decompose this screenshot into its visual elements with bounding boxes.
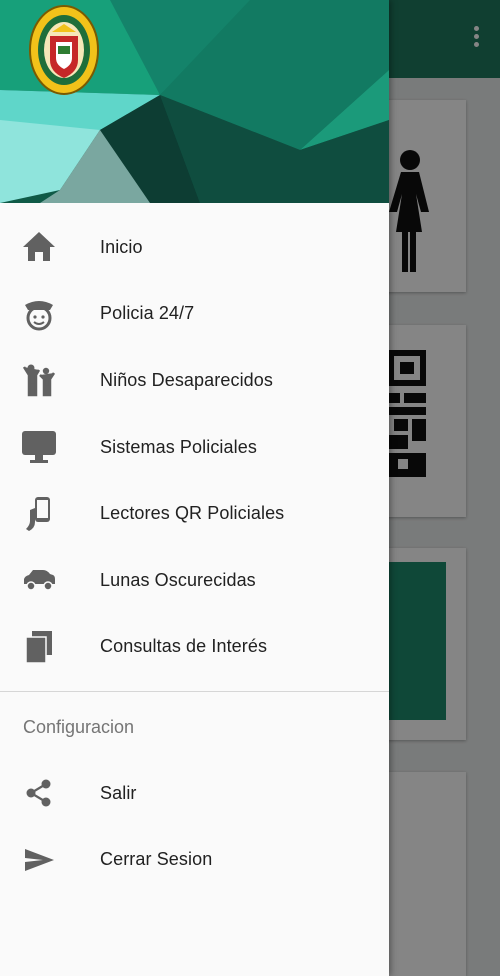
menu-item-lunas-oscurecidas[interactable]: Lunas Oscurecidas	[0, 547, 389, 614]
car-icon	[20, 561, 58, 599]
menu-item-policia-24-7[interactable]: Policia 24/7	[0, 281, 389, 348]
settings-menu: Salir Cerrar Sesion	[0, 760, 389, 893]
navigation-drawer: Inicio Policia 24/7 Niños Desaparecidos …	[0, 0, 389, 976]
menu-item-label: Consultas de Interés	[100, 636, 268, 657]
menu-item-label: Inicio	[100, 236, 143, 257]
menu-item-label: Niños Desaparecidos	[100, 369, 273, 390]
copy-pages-icon	[20, 628, 58, 666]
children-icon	[20, 361, 58, 399]
menu-item-label: Salir	[100, 782, 137, 803]
menu-divider	[0, 691, 389, 692]
main-menu: Inicio Policia 24/7 Niños Desaparecidos …	[0, 214, 389, 680]
drawer-header	[0, 0, 389, 203]
menu-item-consultas-de-interes[interactable]: Consultas de Interés	[0, 614, 389, 681]
menu-item-lectores-qr[interactable]: Lectores QR Policiales	[0, 480, 389, 547]
menu-item-label: Cerrar Sesion	[100, 849, 213, 870]
menu-item-label: Policia 24/7	[100, 303, 195, 324]
phone-in-hand-icon	[20, 495, 58, 533]
menu-item-sistemas-policiales[interactable]: Sistemas Policiales	[0, 414, 389, 481]
menu-item-label: Sistemas Policiales	[100, 436, 257, 457]
menu-item-salir[interactable]: Salir	[0, 760, 389, 827]
monitor-icon	[20, 428, 58, 466]
home-icon	[20, 228, 58, 266]
menu-item-label: Lunas Oscurecidas	[100, 569, 256, 590]
menu-item-cerrar-sesion[interactable]: Cerrar Sesion	[0, 827, 389, 894]
menu-item-inicio[interactable]: Inicio	[0, 214, 389, 281]
share-icon	[20, 774, 58, 812]
send-icon	[20, 841, 58, 879]
menu-item-label: Lectores QR Policiales	[100, 503, 285, 524]
section-title: Configuracion	[23, 717, 135, 737]
police-emblem-icon	[29, 5, 99, 95]
menu-item-ninos-desaparecidos[interactable]: Niños Desaparecidos	[0, 347, 389, 414]
police-officer-icon	[20, 295, 58, 333]
